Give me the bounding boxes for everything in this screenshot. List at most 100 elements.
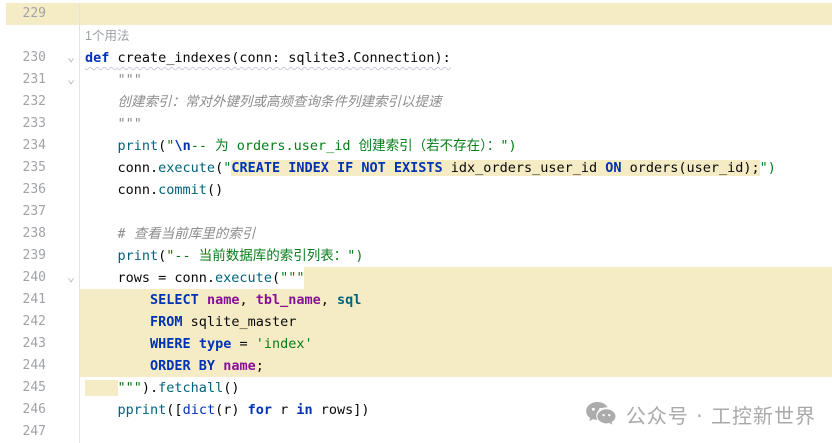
fold-gutter [46,333,79,355]
line-number[interactable]: 231 [0,69,46,91]
inlay-usage-hint[interactable]: 1个用法 [80,25,832,47]
gutter: 242 [0,311,80,333]
wechat-icon [586,402,617,427]
code-content[interactable]: """).fetchall() [80,377,832,399]
code-line: 241 SELECT name, tbl_name, sql [0,289,832,311]
code-content[interactable]: # 查看当前库里的索引 [80,223,832,245]
code-content[interactable]: SELECT name, tbl_name, sql [80,289,832,311]
code-token: name [223,358,256,374]
line-number[interactable]: 244 [0,355,46,377]
code-text: """).fetchall() [85,377,239,399]
code-token: """ [85,116,142,132]
code-content[interactable]: print("\n-- 为 orders.user_id 创建索引（若不存在）：… [80,135,832,157]
gutter: 235 [0,157,80,179]
line-number[interactable]: 233 [0,113,46,135]
watermark-text: 公众号 · 工控新世界 [626,400,816,429]
gutter: 236 [0,179,80,201]
code-token: type [199,336,232,352]
code-token [191,336,199,352]
code-token: # 查看当前库里的索引 [85,226,255,242]
code-content[interactable]: 创建索引：常对外键列或高频查询条件列建索引以提速 [80,91,832,113]
line-number[interactable]: 230 [0,47,46,69]
gutter: 243 [0,333,80,355]
code-text: """ [85,113,142,135]
code-token: rows = conn. [85,270,215,286]
code-token: ORDER BY [150,358,215,374]
usage-hint-label[interactable]: 1个用法 [85,25,129,47]
code-token: WHERE [150,336,191,352]
fold-gutter [46,157,79,179]
code-token: conn. [85,160,158,176]
code-content[interactable]: rows = conn.execute(""" [80,267,832,289]
code-content[interactable] [80,201,832,223]
code-token: """ [280,270,304,286]
gutter: 237 [0,201,80,223]
line-number[interactable]: 229 [0,3,46,25]
fold-gutter [46,201,79,223]
code-content[interactable]: WHERE type = 'index' [80,333,832,355]
line-number[interactable]: 238 [0,223,46,245]
fold-gutter [46,399,79,421]
code-token [85,248,118,264]
fold-gutter [46,245,79,267]
line-number[interactable]: 236 [0,179,46,201]
code-text: SELECT name, tbl_name, sql [85,289,361,311]
line-number[interactable]: 246 [0,399,46,421]
code-token: def [85,50,118,66]
line-number[interactable]: 245 [0,377,46,399]
code-text: conn.commit() [85,179,223,201]
code-content[interactable]: """ [80,113,832,135]
fold-gutter [46,289,79,311]
code-token: , [239,292,255,308]
code-token: idx_orders_user_id [443,160,606,176]
gutter: 245 [0,377,80,399]
gutter: 230⌄ [0,47,80,69]
chevron-down-icon[interactable]: ⌄ [46,69,79,91]
line-number[interactable]: 237 [0,201,46,223]
code-text: """ [85,69,142,91]
code-token: in [296,402,312,418]
line-number[interactable]: 234 [0,135,46,157]
code-text: conn.execute("CREATE INDEX IF NOT EXISTS… [85,157,776,179]
code-content[interactable]: FROM sqlite_master [80,311,832,333]
code-token: ( [272,270,280,286]
code-token: create_indexes(conn: sqlite3.Connection)… [118,50,451,66]
code-content[interactable] [80,3,832,25]
line-number[interactable]: 241 [0,289,46,311]
code-token: ; [256,358,264,374]
line-number[interactable]: 235 [0,157,46,179]
code-content[interactable]: def create_indexes(conn: sqlite3.Connect… [80,47,832,69]
line-number [0,25,46,47]
code-line: 230⌄def create_indexes(conn: sqlite3.Con… [0,47,832,69]
chevron-down-icon[interactable]: ⌄ [46,267,79,289]
code-token: sqlite_master [183,314,297,330]
line-number[interactable]: 232 [0,91,46,113]
code-content[interactable]: """ [80,69,832,91]
code-text: 创建索引：常对外键列或高频查询条件列建索引以提速 [85,91,442,113]
line-number[interactable]: 243 [0,333,46,355]
code-text: pprint([dict(r) for r in rows]) [85,399,370,421]
code-content[interactable]: print("-- 当前数据库的索引列表：") [80,245,832,267]
code-token [85,314,150,330]
code-token [85,402,118,418]
code-token: ON [605,160,621,176]
code-token: 创建索引：常对外键列或高频查询条件列建索引以提速 [85,94,442,110]
code-token: pprint [118,402,167,418]
code-line: 238 # 查看当前库里的索引 [0,223,832,245]
fold-gutter [46,3,79,25]
code-token: conn. [85,182,158,198]
line-number[interactable]: 247 [0,421,46,443]
line-number[interactable]: 242 [0,311,46,333]
code-line: 236 conn.commit() [0,179,832,201]
line-number[interactable]: 239 [0,245,46,267]
code-token: 'index' [256,336,313,352]
code-token: -- 为 orders.user_id 创建索引（若不存在）： [191,138,501,154]
code-token: \n [174,138,190,154]
code-line: 233 """ [0,113,832,135]
line-number[interactable]: 240 [0,267,46,289]
code-content[interactable]: ORDER BY name; [80,355,832,377]
code-content[interactable]: conn.commit() [80,179,832,201]
code-content[interactable]: conn.execute("CREATE INDEX IF NOT EXISTS… [80,157,832,179]
chevron-down-icon[interactable]: ⌄ [46,47,79,69]
code-token: FROM [150,314,183,330]
